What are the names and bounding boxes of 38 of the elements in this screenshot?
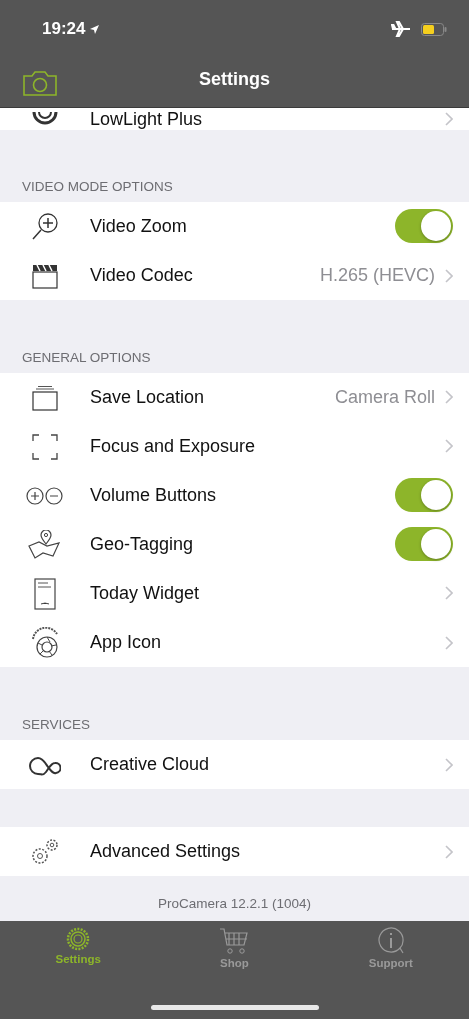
section-header: GENERAL OPTIONS (22, 350, 151, 365)
info-icon (376, 927, 405, 955)
tray-icon (31, 384, 59, 411)
chevron-icon (445, 268, 453, 283)
chevron-icon (445, 112, 453, 126)
map-pin-icon (27, 529, 63, 560)
nav-title: Settings (199, 69, 270, 90)
row-label[interactable]: Save Location (90, 386, 335, 408)
row-label[interactable]: Video Codec (90, 265, 320, 286)
lens-icon (32, 112, 58, 126)
section-header: SERVICES (22, 717, 91, 732)
zoom-in-icon (30, 211, 60, 242)
chevron-icon (445, 439, 453, 453)
toggle-switch[interactable] (395, 209, 453, 243)
camera-icon (22, 68, 58, 97)
camera-button[interactable] (22, 68, 58, 97)
row-value: H.265 (HEVC) (319, 265, 435, 286)
gear-icon (66, 927, 91, 951)
toggle-switch[interactable] (395, 478, 453, 512)
location-arrow-icon (89, 23, 101, 35)
section-header: VIDEO MODE OPTIONS (22, 179, 173, 194)
chevron-icon (445, 844, 453, 859)
plus-minus-icon (25, 485, 65, 506)
airplane-icon (391, 21, 411, 37)
chevron-icon (445, 390, 453, 404)
focus-brackets-icon (31, 432, 59, 461)
chevron-icon (445, 757, 453, 772)
toggle-switch[interactable] (395, 527, 453, 561)
chevron-icon (445, 586, 453, 600)
status-time: 19:24 (42, 19, 86, 39)
phone-widget-icon (33, 577, 57, 610)
chevron-icon (445, 635, 453, 650)
battery-icon (421, 22, 447, 36)
version-text: ProCamera 12.2.1 (1004) (156, 895, 313, 913)
clapperboard-icon (31, 262, 59, 289)
cart-icon (219, 927, 250, 955)
row-value: Camera Roll (334, 386, 435, 408)
gears-icon (29, 836, 61, 867)
